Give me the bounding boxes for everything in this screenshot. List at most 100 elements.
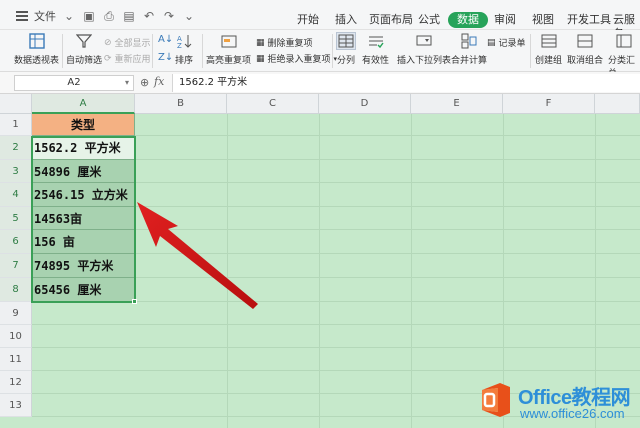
row-header[interactable]: 1 — [0, 114, 32, 136]
pivot-table-icon — [27, 32, 47, 50]
row-header[interactable]: 6 — [0, 230, 32, 254]
row-header[interactable]: 8 — [0, 278, 32, 302]
row-header[interactable]: 5 — [0, 207, 32, 230]
row-header[interactable]: 9 — [0, 302, 32, 325]
row-header[interactable]: 13 — [0, 394, 32, 417]
divider — [152, 34, 153, 68]
tab-data[interactable]: 数据 — [448, 12, 488, 28]
record-form-button[interactable]: ▤ 记录单 — [487, 36, 526, 50]
record-form-icon: ▤ — [487, 37, 496, 48]
column-header-c[interactable]: C — [227, 94, 319, 114]
name-box[interactable]: A2 ▾ — [14, 75, 134, 91]
validity-button[interactable]: 有效性 — [362, 32, 389, 66]
ungroup-button[interactable]: 取消组合 — [567, 32, 603, 66]
gridline — [411, 114, 412, 428]
select-all-corner[interactable] — [0, 94, 32, 114]
dropdown-list-icon — [414, 32, 434, 50]
tab-review[interactable]: 审阅 — [494, 13, 516, 27]
formula-bar: A2 ▾ ⊕ fx 1562.2 平方米 — [0, 72, 640, 94]
sort-asc-icon[interactable]: A↓ — [158, 34, 173, 45]
autofilter-button[interactable]: 自动筛选 — [66, 32, 102, 66]
file-menu[interactable]: 文件 — [34, 8, 56, 24]
split-column-icon — [336, 32, 356, 50]
print-preview-icon[interactable]: ▤ — [122, 9, 136, 23]
table-cell[interactable]: 14563亩 — [32, 207, 135, 230]
column-header-f[interactable]: F — [503, 94, 595, 114]
table-cell[interactable]: 1562.2 平方米 — [32, 136, 135, 160]
tab-view[interactable]: 视图 — [532, 13, 554, 27]
reapply-icon: ⟳ — [104, 53, 112, 64]
create-group-button[interactable]: 创建组 — [535, 32, 562, 66]
formula-input[interactable]: 1562.2 平方米 — [172, 74, 640, 92]
tab-developer[interactable]: 开发工具 — [567, 13, 611, 27]
chevron-down-icon[interactable]: ⌄ — [182, 9, 196, 23]
show-all-button[interactable]: ⊘ 全部显示 — [104, 36, 151, 50]
sort-desc-icon[interactable]: Z↓ — [158, 52, 173, 63]
tab-insert[interactable]: 插入 — [335, 13, 357, 27]
column-header-g[interactable] — [595, 94, 640, 114]
fx-icon[interactable]: fx — [154, 75, 164, 88]
insert-dropdown-list-button[interactable]: 插入下拉列表 — [397, 32, 451, 66]
row-header[interactable]: 2 — [0, 136, 32, 160]
table-cell[interactable]: 65456 厘米 — [32, 278, 135, 302]
table-cell[interactable]: 156 亩 — [32, 230, 135, 254]
divider — [202, 34, 203, 68]
zoom-icon[interactable]: ⊕ — [140, 76, 149, 89]
row-header[interactable]: 4 — [0, 183, 32, 207]
print-icon[interactable]: ⎙ — [102, 9, 116, 23]
row-header[interactable]: 11 — [0, 348, 32, 371]
row-header[interactable]: 12 — [0, 371, 32, 394]
save-icon[interactable]: ▣ — [82, 9, 96, 23]
gridline — [227, 114, 228, 428]
subtotal-icon — [614, 32, 634, 50]
sort-button[interactable]: AZ 排序 — [174, 32, 194, 66]
highlight-duplicates-button[interactable]: 高亮重复项 — [206, 32, 251, 66]
menu-icon[interactable] — [16, 11, 28, 21]
consolidate-button[interactable]: 合并计算 — [451, 32, 487, 66]
divider — [332, 34, 333, 68]
divider — [62, 34, 63, 68]
gridline — [319, 114, 320, 428]
watermark: Office教程网 www.office26.com — [476, 378, 636, 424]
split-column-button[interactable]: 分列 — [336, 32, 356, 66]
highlight-duplicates-icon — [219, 32, 239, 50]
pivot-table-button[interactable]: 数据透视表 — [14, 32, 59, 66]
tab-home[interactable]: 开始 — [297, 13, 319, 27]
table-cell[interactable]: 2546.15 立方米 — [32, 183, 135, 207]
filter-icon — [74, 32, 94, 50]
row-header[interactable]: 7 — [0, 254, 32, 278]
delete-duplicates-button[interactable]: ▦ 删除重复项 — [256, 36, 313, 50]
chevron-down-icon[interactable]: ⌄ — [62, 9, 76, 23]
svg-text:Z: Z — [177, 42, 182, 49]
ribbon: 数据透视表 自动筛选 ⊘ 全部显示 ⟳ 重新应用 A↓ Z↓ AZ 排序 高亮重复项… — [0, 30, 640, 79]
table-cell[interactable]: 54896 厘米 — [32, 160, 135, 183]
redo-icon[interactable]: ↷ — [162, 9, 176, 23]
menu-bar: 文件 ⌄ ▣ ⎙ ▤ ↶ ↷ ⌄ 开始 插入 页面布局 公式 数据 审阅 视图 … — [0, 0, 640, 40]
tab-formula[interactable]: 公式 — [418, 13, 440, 27]
row-header[interactable]: 10 — [0, 325, 32, 348]
tab-page-layout[interactable]: 页面布局 — [369, 13, 413, 27]
reject-duplicates-button[interactable]: ▦ 拒绝录入重复项 ▾ — [256, 52, 337, 66]
gridline — [32, 347, 640, 348]
office-logo-icon — [482, 383, 510, 417]
group-icon — [539, 32, 559, 50]
table-cell[interactable]: 74895 平方米 — [32, 254, 135, 278]
validity-icon — [366, 32, 386, 50]
chevron-down-icon: ▾ — [124, 78, 129, 87]
column-header-d[interactable]: D — [319, 94, 411, 114]
consolidate-icon — [459, 32, 479, 50]
sort-icon: AZ — [174, 32, 194, 50]
undo-icon[interactable]: ↶ — [142, 9, 156, 23]
reject-duplicates-icon: ▦ — [256, 53, 265, 64]
fill-handle[interactable] — [132, 299, 137, 304]
reapply-button[interactable]: ⟳ 重新应用 — [104, 52, 151, 66]
gridline — [32, 324, 640, 325]
column-header-e[interactable]: E — [411, 94, 503, 114]
watermark-url: www.office26.com — [520, 406, 625, 421]
divider — [530, 34, 531, 68]
header-cell[interactable]: 类型 — [32, 114, 135, 136]
column-header-b[interactable]: B — [135, 94, 227, 114]
column-header-a[interactable]: A — [32, 94, 135, 114]
row-header[interactable]: 3 — [0, 160, 32, 183]
delete-duplicates-icon: ▦ — [256, 37, 265, 48]
